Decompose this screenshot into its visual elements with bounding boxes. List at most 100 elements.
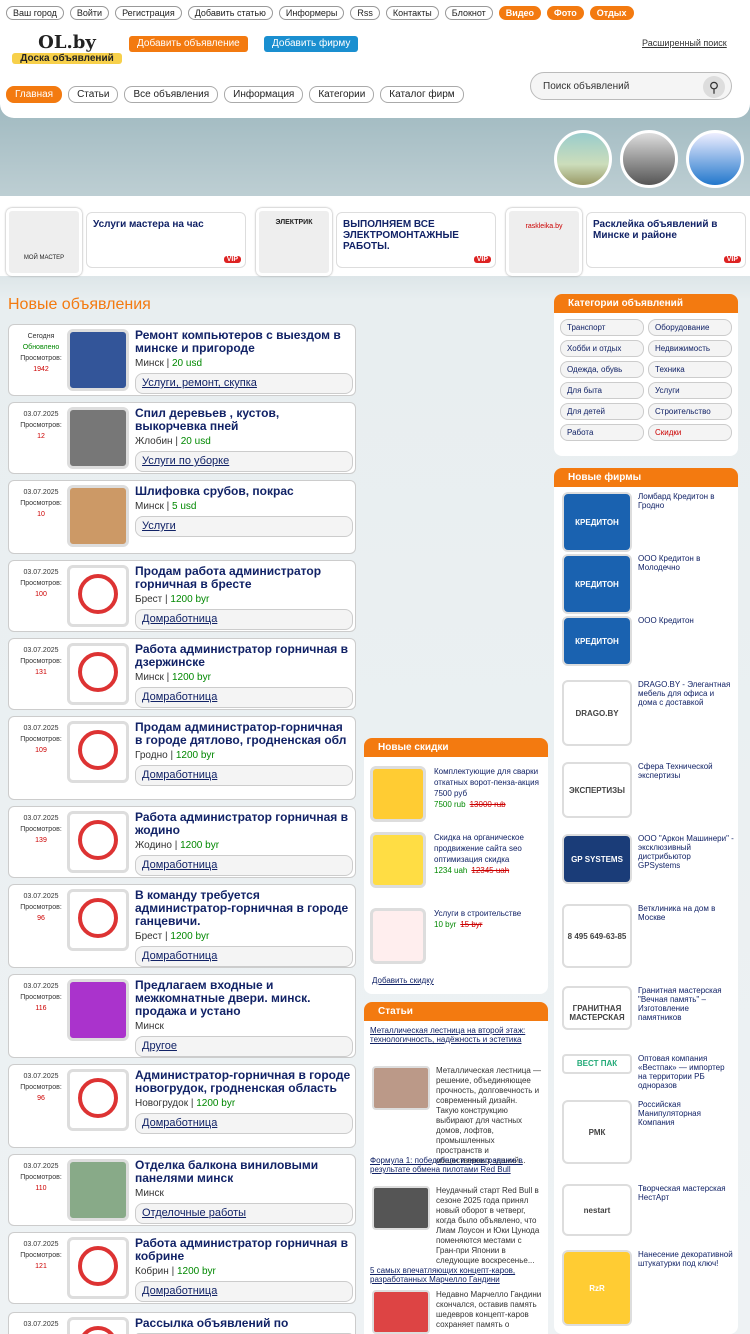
category-item[interactable]: Для детей [560,403,644,420]
ad-category[interactable]: Домработница [135,855,353,876]
top-link-contacts[interactable]: Контакты [385,6,439,20]
category-item[interactable]: Услуги [648,382,732,399]
nav-categories[interactable]: Категории [309,86,375,103]
firm-name[interactable]: ООО Кредитон в Молодечно [638,554,734,572]
firm-name[interactable]: Ломбард Кредитон в Гродно [638,492,734,510]
ad-title[interactable]: Отделка балкона виниловыми панелями минс… [135,1159,353,1185]
nav-home[interactable]: Главная [6,86,63,103]
firm-logo[interactable]: GP SYSTEMS [562,834,632,884]
ad-title[interactable]: Ремонт компьютеров с выездом в минске и … [135,329,353,355]
ad-thumbnail[interactable] [67,407,129,469]
ad-title[interactable]: Рассылка объявлений по [135,1317,353,1330]
category-item[interactable]: Скидки [648,424,732,441]
ad-card[interactable]: Сегодня Обновлено Просмотров: 1942 Ремонт к… [8,324,356,396]
ad-thumbnail[interactable] [67,889,129,951]
firm-logo[interactable]: ВЕСТ ПАК [562,1054,632,1074]
ad-card[interactable]: 03.07.2025 Просмотров: 10 Шлифовка срубов,… [8,480,356,554]
nav-all-ads[interactable]: Все объявления [124,86,219,103]
firm-logo[interactable]: RzR [562,1250,632,1326]
firm-logo[interactable]: 8 495 649-63-85 [562,904,632,968]
top-link-register[interactable]: Регистрация [115,6,182,20]
firm-logo[interactable]: КРЕДИТОН [562,616,632,666]
firm-logo[interactable]: ЭКСПЕРТИЗЫ [562,762,632,818]
firm-logo[interactable]: КРЕДИТОН [562,492,632,552]
ad-category[interactable]: Домработница [135,1113,353,1134]
top-link-login[interactable]: Войти [69,6,110,20]
category-item[interactable]: Работа [560,424,644,441]
ad-title[interactable]: Продам работа администратор горничная в … [135,565,353,591]
article-item[interactable]: 5 самых впечатляющих концепт-каров, разр… [370,1266,542,1334]
article-item[interactable]: Металлическая лестница на второй этаж: т… [370,1026,542,1165]
ad-card[interactable]: 03.07.2025 Просмотров: 96 Администратор-го… [8,1064,356,1148]
promo-image-equipment[interactable] [620,130,678,188]
ad-card[interactable]: 03.07.2025 Просмотров: 109 Продам админист… [8,716,356,800]
add-firm-button[interactable]: Добавить фирму [264,36,359,52]
discount-title[interactable]: Скидка на органическое продвижение сайта… [434,833,524,864]
ad-category[interactable]: Домработница [135,687,353,708]
category-item[interactable]: Оборудование [648,319,732,336]
search-input[interactable]: Поиск объявлений ⚲ [530,72,732,100]
firm-name[interactable]: Российская Манипуляторная Компания [638,1100,734,1127]
ad-card[interactable]: 03.07.2025 Просмотров: 131 Работа админист… [8,638,356,710]
ad-title[interactable]: Работа администратор горничная в жодино [135,811,353,837]
ad-thumbnail[interactable] [67,485,129,547]
ad-card[interactable]: 03.07.2025 Просмотров: 12 Спил деревьев , … [8,402,356,474]
firm-logo[interactable]: DRAGO.BY [562,680,632,746]
firm-name[interactable]: Оптовая компания «Вестпак» — импортер на… [638,1054,734,1090]
ad-title[interactable]: В команду требуется администратор-горнич… [135,889,353,928]
vip-ad[interactable]: raskleika.by Расклейка объявлений в Минс… [506,208,746,276]
ad-card[interactable]: 03.07.2025 Просмотров: 96 В команду требуе… [8,884,356,968]
top-link-photo[interactable]: Фото [547,6,584,20]
ad-thumbnail[interactable] [67,811,129,873]
extended-search-link[interactable]: Расширенный поиск [642,38,727,48]
promo-image-houses[interactable] [554,130,612,188]
ad-title[interactable]: Администратор-горничная в городе новогру… [135,1069,353,1095]
top-link-video[interactable]: Видео [498,6,542,20]
nav-articles[interactable]: Статьи [68,86,119,103]
firm-logo[interactable]: nestart [562,1184,632,1236]
search-icon[interactable]: ⚲ [703,76,725,98]
article-title[interactable]: Металлическая лестница на второй этаж: т… [370,1026,542,1044]
top-link-informers[interactable]: Информеры [278,6,345,20]
vip-ad[interactable]: ЭЛЕКТРИК ВЫПОЛНЯЕМ ВСЕ ЭЛЕКТРОМОНТАЖНЫЕ … [256,208,496,276]
ad-title[interactable]: Спил деревьев , кустов, выкорчевка пней [135,407,353,433]
top-link-notepad[interactable]: Блокнот [444,6,493,20]
ad-thumbnail[interactable] [67,979,129,1041]
ad-category[interactable]: Услуги [135,516,353,537]
ad-thumbnail[interactable] [67,643,129,705]
firm-logo[interactable]: ГРАНИТНАЯ МАСТЕРСКАЯ [562,986,632,1030]
firm-name[interactable]: Творческая мастерская НестАрт [638,1184,734,1202]
firm-name[interactable]: ООО "Аркон Машинери" - эксклюзивный дист… [638,834,734,870]
discount-title[interactable]: Комплектующие для сварки откатных ворот-… [434,767,539,798]
firm-name[interactable]: Ветклиника на дом в Москве [638,904,734,922]
firm-name[interactable]: DRAGO.BY - Элегантная мебель для офиса и… [638,680,734,707]
top-link-add-article[interactable]: Добавить статью [187,6,273,20]
ad-thumbnail[interactable] [67,1237,129,1299]
firm-logo[interactable]: РМК [562,1100,632,1164]
category-item[interactable]: Техника [648,361,732,378]
category-item[interactable]: Недвижимость [648,340,732,357]
category-item[interactable]: Хобби и отдых [560,340,644,357]
category-item[interactable]: Для быта [560,382,644,399]
ad-category[interactable]: Домработница [135,1281,353,1302]
ad-title[interactable]: Работа администратор горничная в кобрине [135,1237,353,1263]
ad-thumbnail[interactable] [67,329,129,391]
firm-name[interactable]: Сфера Технической экспертизы [638,762,734,780]
ad-category[interactable]: Домработница [135,609,353,630]
ad-category[interactable]: Другое [135,1036,353,1057]
ad-thumbnail[interactable] [67,1159,129,1221]
firm-logo[interactable]: КРЕДИТОН [562,554,632,614]
ad-category[interactable]: Отделочные работы [135,1203,353,1224]
ad-thumbnail[interactable] [67,721,129,783]
discount-title[interactable]: Услуги в строительстве [434,909,521,918]
ad-card[interactable]: 03.07.2025 Просмотров: 121 Работа админист… [8,1232,356,1304]
ad-card[interactable]: 03.07.2025 Просмотров: 110 Отделка балкона… [8,1154,356,1226]
ad-title[interactable]: Предлагаем входные и межкомнатные двери.… [135,979,353,1018]
article-title[interactable]: Формула 1: победители и проигравшие в ре… [370,1156,542,1174]
ad-title[interactable]: Работа администратор горничная в дзержин… [135,643,353,669]
ad-thumbnail[interactable] [67,1317,129,1334]
top-link-rss[interactable]: Rss [350,6,380,20]
promo-image-machine[interactable] [686,130,744,188]
nav-firm-catalog[interactable]: Каталог фирм [380,86,464,103]
top-link-rest[interactable]: Отдых [589,6,634,20]
